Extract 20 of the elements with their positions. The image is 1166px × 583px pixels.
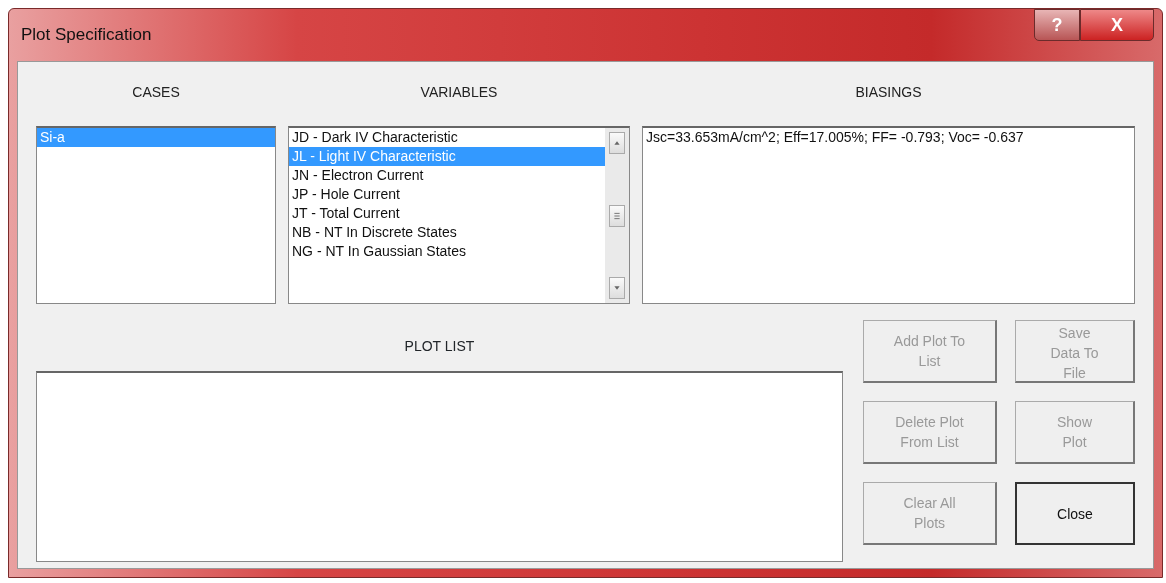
variables-list[interactable]: JD - Dark IV Characteristic JL - Light IV Characteristic JN - Electron Current JP - Hole Current JT - Total Current NB - NT In Discrete States NG - NT In Gaussian States xyxy=(288,126,630,304)
biasings-heading: BIASINGS xyxy=(854,83,923,102)
scroll-thumb-icon[interactable] xyxy=(609,204,625,227)
scroll-up-icon[interactable] xyxy=(609,132,625,154)
dialog-button[interactable]: Close xyxy=(1015,482,1135,545)
cases-heading: CASES xyxy=(131,83,181,102)
scrollbar[interactable] xyxy=(605,128,629,303)
window-title: Plot Specification xyxy=(20,24,152,47)
list-item[interactable]: JP - Hole Current xyxy=(289,185,605,204)
list-item[interactable]: JD - Dark IV Characteristic xyxy=(289,128,605,147)
window-close-button[interactable]: X xyxy=(1080,9,1154,41)
plot-list-heading: PLOT LIST xyxy=(403,337,476,356)
variables-heading: VARIABLES xyxy=(419,83,499,102)
list-item[interactable]: Jsc=33.653mA/cm^2; Eff=17.005%; FF= -0.793; Voc= -0.637 xyxy=(643,128,1134,147)
list-item[interactable]: NG - NT In Gaussian States xyxy=(289,242,605,261)
scroll-down-icon[interactable] xyxy=(609,277,625,299)
list-item[interactable]: NB - NT In Discrete States xyxy=(289,223,605,242)
list-item[interactable]: JT - Total Current xyxy=(289,204,605,223)
list-item[interactable]: JN - Electron Current xyxy=(289,166,605,185)
biasings-list[interactable]: Jsc=33.653mA/cm^2; Eff=17.005%; FF= -0.793; Voc= -0.637 xyxy=(642,126,1135,304)
